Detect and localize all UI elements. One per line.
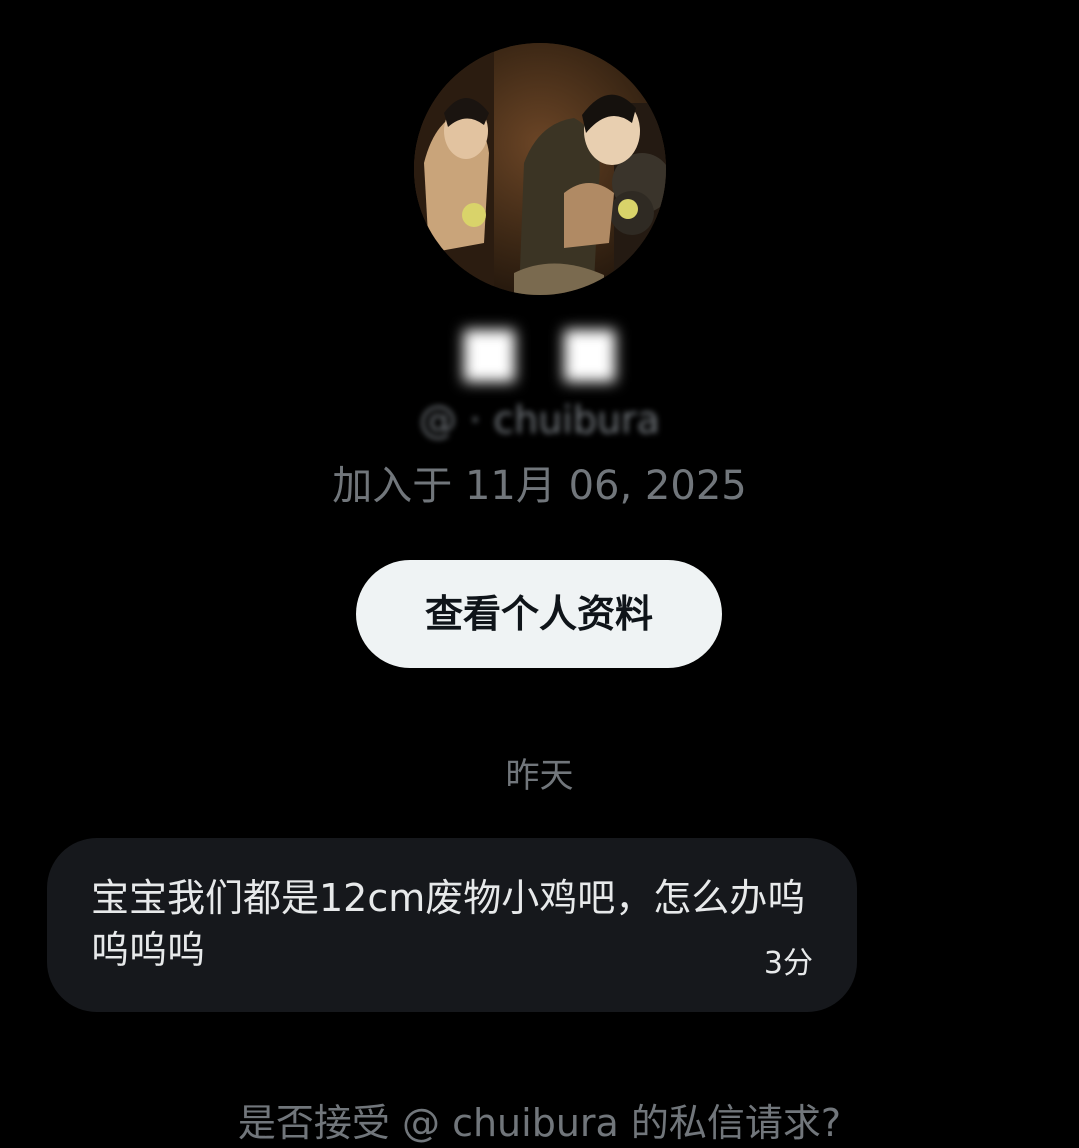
profile-handle: @ · chuibura [419,398,660,442]
profile-display-name: █▌ ▐█ [464,331,615,382]
message-timestamp: 3分 [763,946,813,981]
message-request-prompt: 是否接受 @ chuibura 的私信请求? [237,1101,842,1145]
profile-joined-date: 加入于 11月 06, 2025 [332,463,747,509]
message-bubble[interactable]: 宝宝我们都是12cm废物小鸡吧，怎么办呜呜呜呜 3分 [47,838,857,1012]
view-profile-button[interactable]: 查看个人资料 [356,560,722,668]
avatar-image [414,43,666,295]
conversation-day-divider: 昨天 [505,756,574,796]
message-text: 宝宝我们都是12cm废物小鸡吧，怎么办呜呜呜呜 [91,876,806,972]
profile-avatar[interactable] [414,43,666,295]
